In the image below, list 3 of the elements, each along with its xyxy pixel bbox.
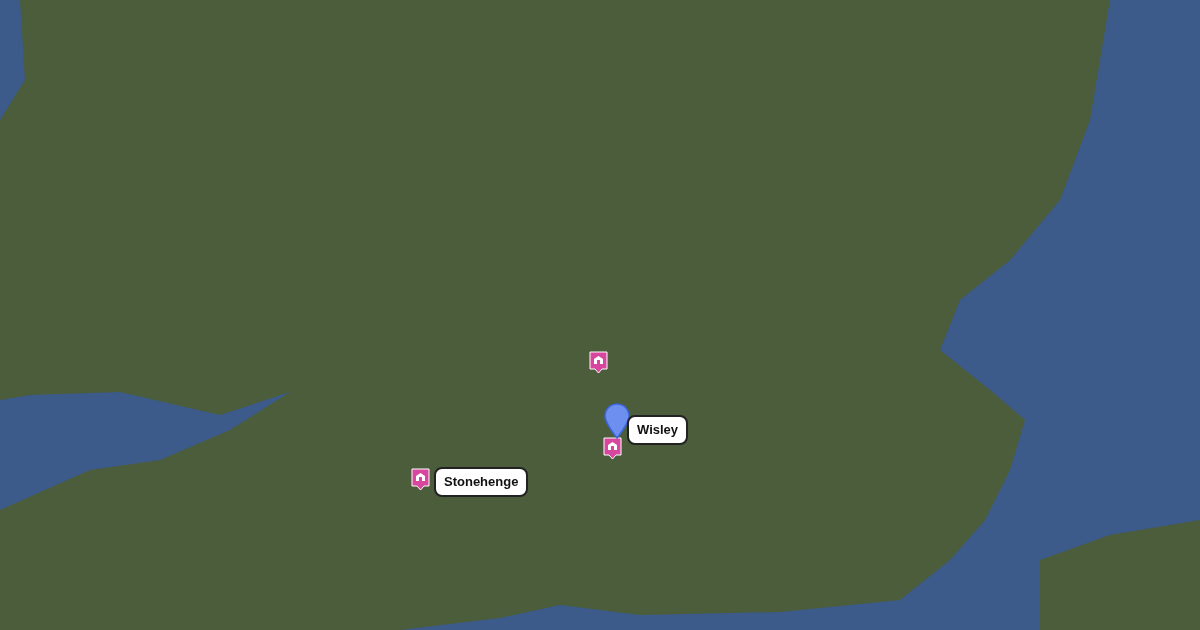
place-label[interactable]: Stonehenge [434, 467, 529, 497]
place-label[interactable]: Wisley [627, 415, 689, 445]
map-pin-icon[interactable] [604, 403, 630, 439]
